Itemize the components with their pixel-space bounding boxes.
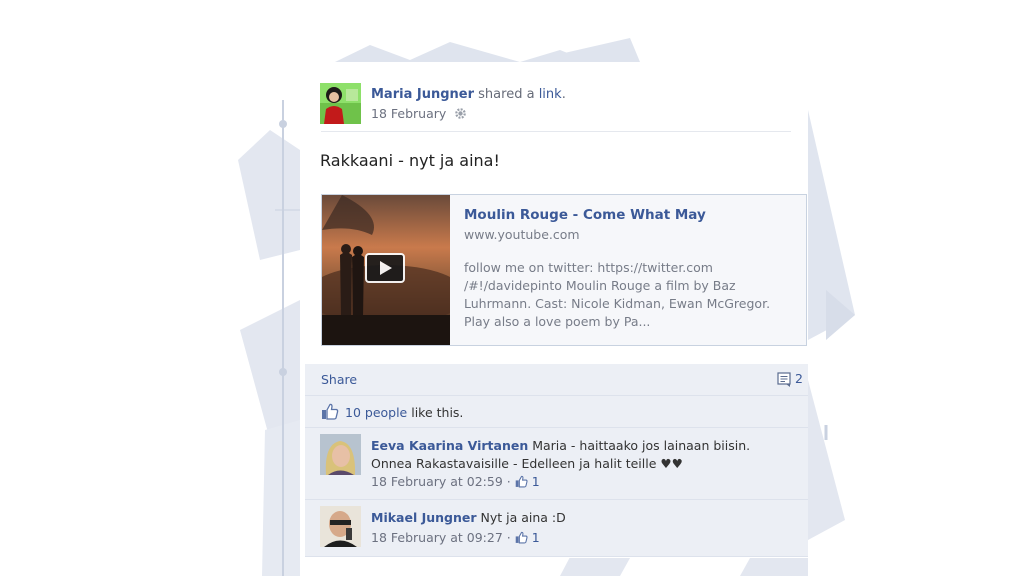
- post-header: Maria Jungner shared a link. 18 February: [371, 85, 566, 125]
- meta-separator: ·: [506, 474, 511, 489]
- likes-count-link[interactable]: 10 people: [345, 405, 407, 420]
- thumbs-up-icon[interactable]: [515, 475, 528, 493]
- commenter-avatar[interactable]: [320, 506, 361, 547]
- link-attachment[interactable]: Moulin Rouge - Come What May www.youtube…: [321, 194, 807, 346]
- share-button[interactable]: Share: [321, 372, 357, 387]
- comment-body: Eeva Kaarina Virtanen Maria - haittaako …: [371, 437, 791, 493]
- comment-author-link[interactable]: Mikael Jungner: [371, 510, 477, 525]
- likes-suffix: like this.: [407, 405, 464, 420]
- commenter-avatar[interactable]: [320, 434, 361, 475]
- header-divider: [321, 131, 791, 132]
- likes-bar: 10 people like this.: [305, 396, 808, 428]
- comment-count[interactable]: 2: [795, 371, 803, 386]
- author-avatar[interactable]: [320, 83, 361, 124]
- comment-author-link[interactable]: Eeva Kaarina Virtanen: [371, 438, 528, 453]
- post-card: Maria Jungner shared a link. 18 February…: [305, 75, 808, 558]
- attachment-domain: www.youtube.com: [464, 227, 580, 242]
- thumbs-up-icon[interactable]: [515, 531, 528, 549]
- play-icon[interactable]: [365, 253, 405, 283]
- video-thumbnail[interactable]: [322, 195, 450, 345]
- comment-like-count[interactable]: 1: [532, 474, 540, 489]
- comment-time[interactable]: 18 February at 02:59: [371, 474, 503, 489]
- post-author-link[interactable]: Maria Jungner: [371, 87, 474, 102]
- meta-separator: ·: [506, 530, 511, 545]
- post-action-suffix: .: [561, 87, 566, 102]
- post-message: Rakkaani - nyt ja aina!: [320, 151, 500, 170]
- post-actions-bar: Share 2: [305, 364, 808, 396]
- post-action-link[interactable]: link: [539, 87, 562, 102]
- attachment-title[interactable]: Moulin Rouge - Come What May: [464, 207, 706, 223]
- post-date[interactable]: 18 February: [371, 106, 446, 121]
- comment-like-count[interactable]: 1: [532, 530, 540, 545]
- comment-item: Eeva Kaarina Virtanen Maria - haittaako …: [305, 428, 808, 500]
- post-action-text: shared a: [478, 87, 535, 102]
- attachment-description: follow me on twitter: https://twitter.co…: [464, 260, 771, 329]
- comment-icon[interactable]: [777, 372, 792, 390]
- gear-icon[interactable]: [454, 106, 467, 125]
- thumbs-up-icon: [321, 403, 339, 423]
- comment-body: Mikael Jungner Nyt ja aina :D 18 Februar…: [371, 509, 791, 549]
- comment-time[interactable]: 18 February at 09:27: [371, 530, 503, 545]
- comment-text: Nyt ja aina :D: [480, 510, 566, 525]
- comment-item: Mikael Jungner Nyt ja aina :D 18 Februar…: [305, 500, 808, 557]
